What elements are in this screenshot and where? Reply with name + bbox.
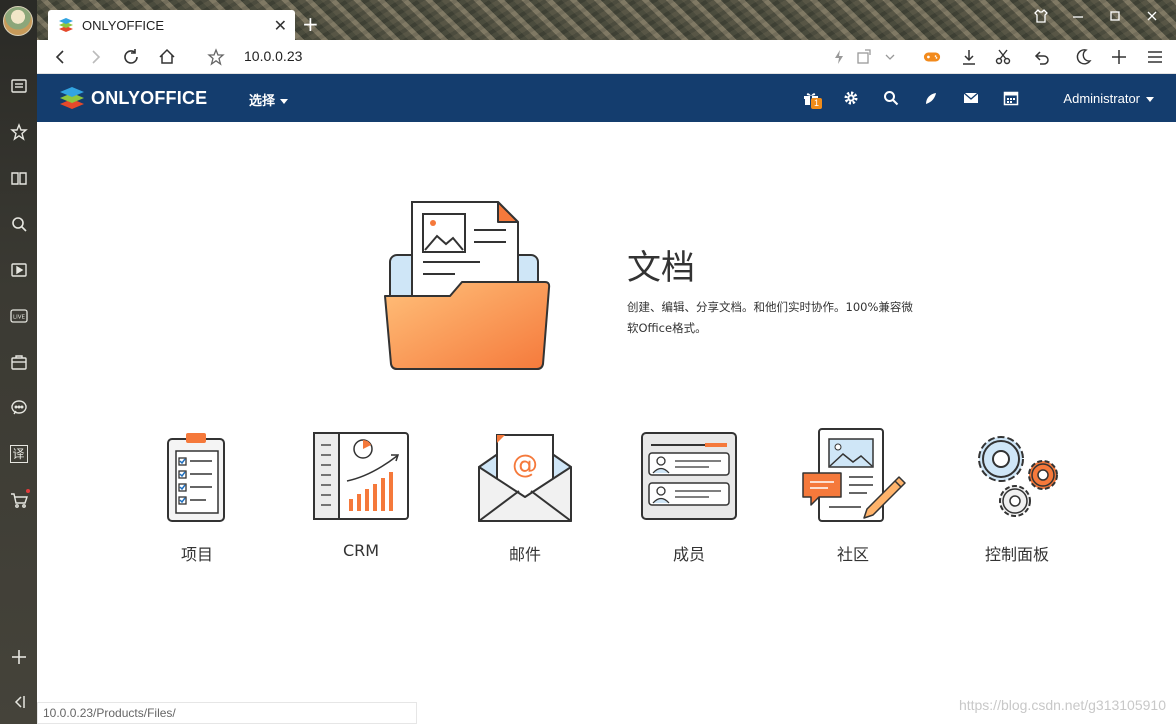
- add-icon[interactable]: [0, 642, 37, 672]
- hero-description: 创建、编辑、分享文档。和他们实时协作。100%兼容微软Office格式。: [627, 300, 913, 335]
- address-input[interactable]: 10.0.0.23: [244, 48, 302, 64]
- search-icon[interactable]: [0, 209, 37, 239]
- onlyoffice-logo-icon: [60, 87, 84, 109]
- feed-icon[interactable]: [921, 88, 941, 108]
- svg-text:LIVE: LIVE: [13, 315, 25, 321]
- chevron-down-icon[interactable]: [877, 44, 903, 70]
- watermark-text: https://blog.csdn.net/g313105910: [958, 697, 1166, 713]
- tab-close-icon[interactable]: ✕: [274, 16, 287, 35]
- night-mode-icon[interactable]: [1070, 44, 1096, 70]
- svg-text:@: @: [512, 450, 538, 480]
- module-label: 控制面板: [984, 545, 1049, 564]
- onlyoffice-favicon-icon: [59, 18, 73, 32]
- add-tab-icon[interactable]: [1106, 44, 1132, 70]
- live-icon[interactable]: LIVE: [0, 301, 37, 331]
- browser-toolbar: 10.0.0.23: [37, 40, 1176, 74]
- documents-folder-illustration[interactable]: [380, 198, 556, 373]
- calendar-icon[interactable]: [1001, 88, 1021, 108]
- share-icon[interactable]: [851, 44, 877, 70]
- gift-icon[interactable]: 1: [801, 88, 822, 109]
- crm-chart-icon: [313, 432, 409, 520]
- translate-icon[interactable]: 译: [0, 439, 37, 469]
- browser-sidebar: LIVE 译: [0, 0, 37, 724]
- module-select-dropdown[interactable]: 选择: [249, 90, 289, 109]
- collapse-icon[interactable]: [0, 687, 37, 717]
- notification-dot: [26, 489, 30, 493]
- gamepad-icon[interactable]: [919, 44, 945, 70]
- community-post-icon: [802, 428, 906, 522]
- module-label: CRM: [342, 541, 380, 560]
- cart-icon[interactable]: [0, 485, 37, 515]
- module-select-label: 选择: [249, 94, 276, 109]
- download-icon[interactable]: [956, 44, 982, 70]
- video-icon[interactable]: [0, 255, 37, 285]
- lightning-icon[interactable]: [826, 44, 852, 70]
- module-label: 邮件: [508, 545, 541, 564]
- window-controls: [1022, 9, 1170, 27]
- home-icon[interactable]: [154, 44, 180, 70]
- book-icon[interactable]: [0, 163, 37, 193]
- close-window-icon[interactable]: [1133, 9, 1170, 27]
- projects-clipboard-icon: [167, 433, 225, 522]
- status-bar-url: 10.0.0.23/Products/Files/: [37, 702, 417, 724]
- minimize-icon[interactable]: [1059, 9, 1096, 27]
- maximize-icon[interactable]: [1096, 9, 1133, 27]
- people-cards-icon: [641, 432, 737, 520]
- new-tab-button[interactable]: +: [302, 12, 319, 36]
- shirt-skin-icon[interactable]: [1022, 9, 1059, 27]
- news-icon[interactable]: [0, 71, 37, 101]
- mail-icon[interactable]: [961, 88, 981, 108]
- user-avatar[interactable]: [3, 6, 33, 36]
- star-icon[interactable]: [0, 117, 37, 147]
- gears-icon: [978, 436, 1058, 517]
- brand-name: ONLYOFFICE: [91, 87, 208, 108]
- module-label: 社区: [836, 545, 869, 564]
- search-icon[interactable]: [881, 88, 901, 108]
- chat-icon[interactable]: [0, 393, 37, 423]
- gift-badge: 1: [811, 98, 822, 109]
- bookmark-star-icon[interactable]: [203, 44, 229, 70]
- caret-down-icon: [280, 99, 289, 104]
- user-menu[interactable]: Administrator: [1063, 91, 1154, 106]
- back-icon[interactable]: [47, 44, 73, 70]
- module-label: 项目: [180, 545, 213, 564]
- caret-down-icon: [1146, 97, 1154, 103]
- user-name: Administrator: [1063, 91, 1140, 106]
- mail-envelope-icon: @: [478, 434, 572, 522]
- app-header: ONLYOFFICE 选择 1 Administrator: [37, 74, 1176, 122]
- bag-icon[interactable]: [0, 347, 37, 377]
- scissors-icon[interactable]: [990, 44, 1016, 70]
- settings-gear-icon[interactable]: [841, 88, 861, 108]
- forward-icon[interactable]: [83, 44, 109, 70]
- tab-title: ONLYOFFICE: [82, 17, 165, 33]
- undo-icon[interactable]: [1029, 44, 1055, 70]
- menu-icon[interactable]: [1142, 44, 1168, 70]
- module-label: 成员: [672, 545, 705, 564]
- hero-title[interactable]: 文档: [627, 240, 695, 289]
- browser-tab-active[interactable]: ONLYOFFICE ✕: [48, 10, 295, 40]
- onlyoffice-logo[interactable]: ONLYOFFICE: [59, 86, 207, 110]
- reload-icon[interactable]: [118, 44, 144, 70]
